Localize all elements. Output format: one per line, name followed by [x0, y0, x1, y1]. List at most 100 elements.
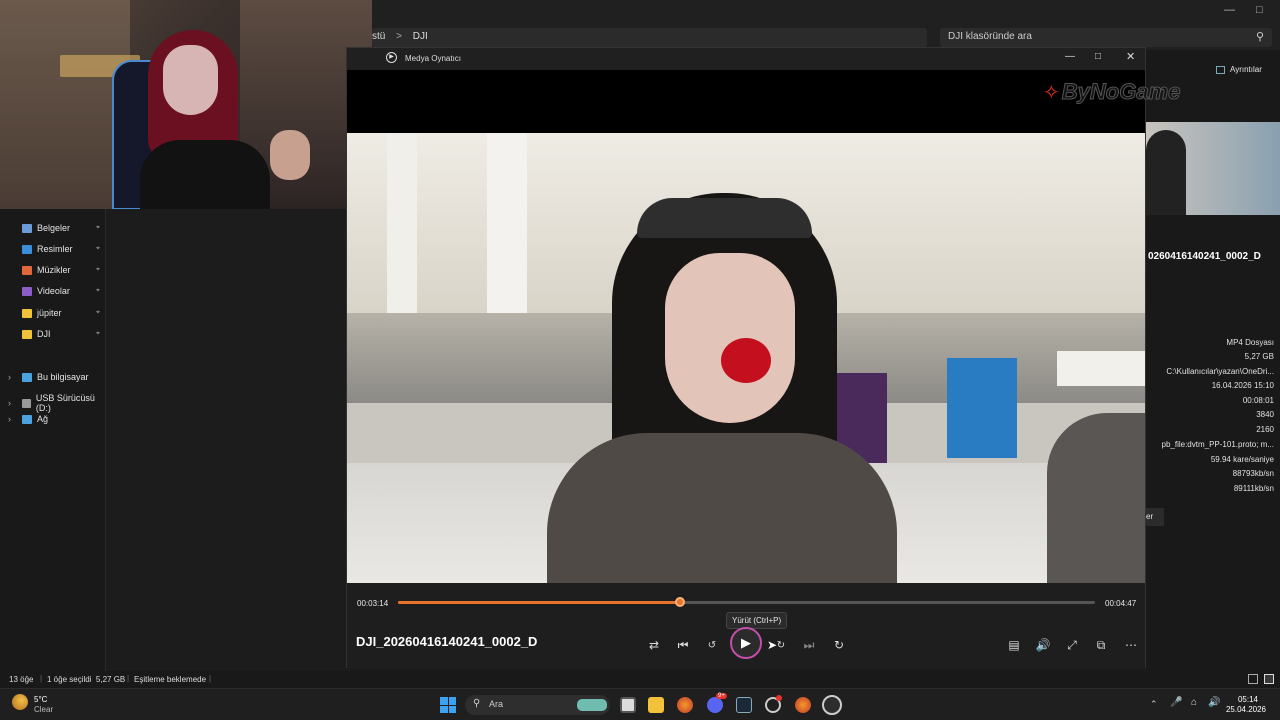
player-titlebar: ▶ Medya Oynatıcı — □ ✕: [347, 48, 1145, 70]
minimize-icon[interactable]: —: [1224, 4, 1235, 16]
taskbar-search[interactable]: ⚲ Ara: [465, 695, 610, 715]
microphone-icon[interactable]: 🎤: [1170, 697, 1182, 708]
details-filename: 0260416140241_0002_D: [1148, 251, 1261, 262]
nav-item[interactable]: Ağ ›: [8, 414, 104, 424]
shop-sign: [1057, 351, 1145, 386]
search-icon: ⚲: [473, 698, 481, 709]
letterbox-top: ✧ ByNoGame: [347, 70, 1181, 133]
nav-item-label: Müzikler: [37, 265, 71, 275]
usb-drive-icon: [22, 398, 31, 408]
person-lips: [721, 338, 771, 383]
play-button[interactable]: ▶: [730, 627, 762, 659]
steam-icon[interactable]: [736, 697, 752, 713]
nav-item-label: Bu bilgisayar: [37, 372, 89, 382]
nav-item-label: Belgeler: [37, 223, 71, 233]
wifi-icon[interactable]: ⌂: [1191, 697, 1197, 708]
pin-icon[interactable]: ⌖: [96, 330, 100, 338]
search-highlight-icon: [577, 699, 607, 711]
pin-icon[interactable]: ⌖: [96, 224, 100, 232]
bynogame-logo-icon: ✧: [1043, 81, 1060, 104]
weather-moon-icon[interactable]: [12, 694, 28, 710]
pin-icon[interactable]: ⌖: [96, 266, 100, 274]
nav-item-label: Resimler: [37, 244, 73, 254]
webcam-overlay: [0, 0, 372, 209]
mini-player-icon[interactable]: ⧉: [1091, 635, 1111, 655]
nav-item-label: Videolar: [37, 286, 70, 296]
details-view-icon[interactable]: [1248, 674, 1258, 684]
person-hoodie: [547, 433, 897, 583]
webcam-background-left: [0, 0, 130, 209]
details-pane: Ayrıntılar 0260416140241_0002_D MP4 Dosy…: [1146, 50, 1280, 671]
video-frame[interactable]: [347, 133, 1145, 583]
mouse-cursor-icon: ➤: [767, 638, 778, 652]
search-input[interactable]: DJI klasöründe ara ⚲: [940, 28, 1272, 47]
breadcrumb-dji[interactable]: DJI: [413, 31, 428, 42]
nav-item-label: Ağ: [37, 414, 49, 424]
details-value: 89111kb/sn: [1233, 484, 1274, 493]
firefox-icon[interactable]: [677, 697, 693, 713]
previous-icon[interactable]: ⏮: [673, 635, 693, 655]
seek-bar[interactable]: [398, 597, 1095, 607]
item-count: 13 öğe: [9, 675, 34, 684]
weather-temp: 5°C: [34, 695, 48, 704]
webcam-body: [140, 140, 270, 209]
nav-item[interactable]: Videolar ⌖: [22, 286, 104, 296]
address-bar[interactable]: stü > DJI: [372, 28, 927, 47]
chevron-right-icon[interactable]: ›: [8, 372, 11, 382]
details-value: pb_file:dvtm_PP-101.proto; m...: [1161, 440, 1275, 449]
nav-item[interactable]: USB Sürücüsü (D:) ›: [8, 393, 104, 413]
maximize-icon[interactable]: □: [1256, 4, 1263, 16]
pin-icon[interactable]: ⌖: [96, 245, 100, 253]
details-value: 00:08:01: [1242, 396, 1274, 405]
media-player-taskbar-icon[interactable]: [822, 695, 842, 715]
details-toggle-button[interactable]: Ayrıntılar: [1216, 65, 1262, 74]
tiles-view-icon[interactable]: [1264, 674, 1274, 684]
pin-icon[interactable]: ⌖: [96, 309, 100, 317]
details-value: 16.04.2026 15:10: [1211, 381, 1274, 390]
nav-item[interactable]: Resimler ⌖: [22, 244, 104, 254]
player-close-icon[interactable]: ✕: [1126, 50, 1135, 63]
seek-thumb[interactable]: [675, 597, 686, 607]
breadcrumb-prefix[interactable]: stü: [372, 31, 385, 42]
details-value: MP4 Dosyası: [1226, 338, 1274, 347]
status-divider: |: [127, 674, 130, 683]
volume-icon[interactable]: 🔊: [1033, 635, 1053, 655]
subtitles-icon[interactable]: ▤: [1004, 635, 1024, 655]
watermark-text: ByNoGame: [1061, 79, 1181, 105]
discord-icon[interactable]: [707, 697, 723, 713]
taskbar-search-label: Ara: [489, 699, 504, 709]
nav-item[interactable]: jüpiter ⌖: [22, 308, 104, 318]
clock-date[interactable]: 25.04.2026: [1216, 705, 1266, 714]
next-icon[interactable]: ⏭: [799, 635, 819, 655]
player-minimize-icon[interactable]: —: [1065, 51, 1075, 62]
media-player-window: ▶ Medya Oynatıcı — □ ✕ ✧ ByNoGame 00:03:…: [346, 47, 1181, 668]
nav-item-label: USB Sürücüsü (D:): [35, 393, 95, 413]
nav-item[interactable]: DJI ⌖: [22, 329, 104, 339]
details-partial-button[interactable]: er: [1146, 508, 1164, 526]
search-icon[interactable]: ⚲: [1256, 30, 1264, 43]
pin-icon[interactable]: ⌖: [96, 287, 100, 295]
start-icon[interactable]: [440, 697, 456, 713]
skip-back-10-icon[interactable]: ↺: [702, 635, 722, 655]
clock-time[interactable]: 05:14: [1220, 695, 1258, 704]
file-explorer-icon[interactable]: [648, 697, 664, 713]
player-maximize-icon[interactable]: □: [1095, 51, 1101, 62]
nav-item[interactable]: Belgeler ⌖: [22, 223, 104, 233]
details-value: 59.94 kare/saniye: [1210, 455, 1274, 464]
music-icon: [22, 265, 32, 275]
shuffle-icon[interactable]: ⇄: [644, 635, 664, 655]
chevron-right-icon[interactable]: ›: [8, 398, 11, 408]
notification-dot-icon: [776, 695, 782, 701]
task-view-icon[interactable]: [620, 697, 636, 713]
chevron-up-icon[interactable]: ⌃: [1150, 699, 1158, 710]
firefox-icon[interactable]: [795, 697, 811, 713]
details-value: 3840: [1256, 410, 1274, 419]
repeat-icon[interactable]: ↻: [829, 635, 849, 655]
chevron-right-icon[interactable]: ›: [8, 414, 11, 424]
more-options-icon[interactable]: ⋯: [1121, 635, 1141, 655]
person-beanie: [637, 198, 812, 238]
nav-item[interactable]: Müzikler ⌖: [22, 265, 104, 275]
fullscreen-icon[interactable]: ⤢: [1062, 635, 1082, 655]
nav-item[interactable]: Bu bilgisayar ›: [8, 372, 104, 382]
taskbar: 5°C Clear ⚲ Ara 9+ ⌃ 🎤 ⌂ 🔊 05:14 25.04.2…: [0, 688, 1280, 720]
